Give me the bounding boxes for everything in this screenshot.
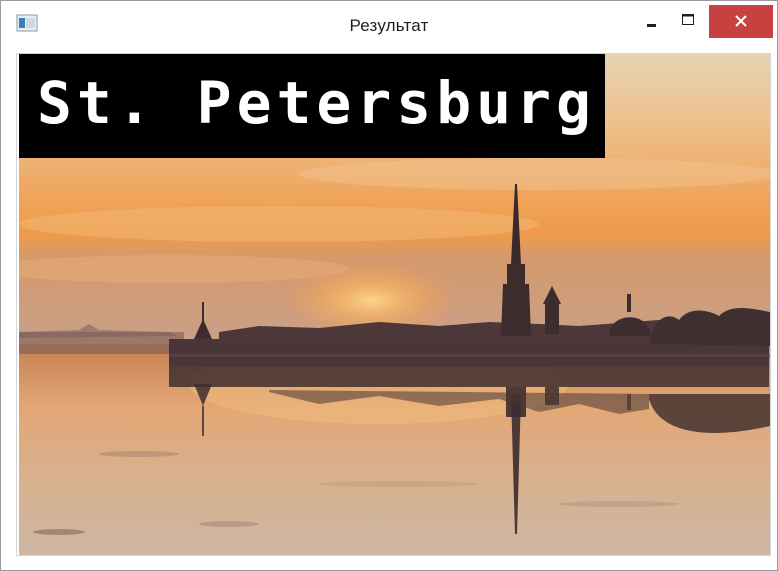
window-bottom-border [1, 556, 777, 570]
close-icon [735, 15, 747, 27]
result-window: Результат St. Petersburg [0, 0, 778, 571]
maximize-button[interactable] [669, 5, 707, 38]
minimize-button[interactable] [633, 5, 669, 38]
image-caption: St. Petersburg [37, 69, 596, 137]
minimize-icon [647, 24, 656, 27]
close-button[interactable] [709, 5, 773, 38]
image-canvas: St. Petersburg [16, 53, 771, 556]
caption-box: St. Petersburg [19, 54, 605, 158]
title-bar[interactable]: Результат [1, 1, 777, 45]
maximize-icon [682, 14, 694, 25]
